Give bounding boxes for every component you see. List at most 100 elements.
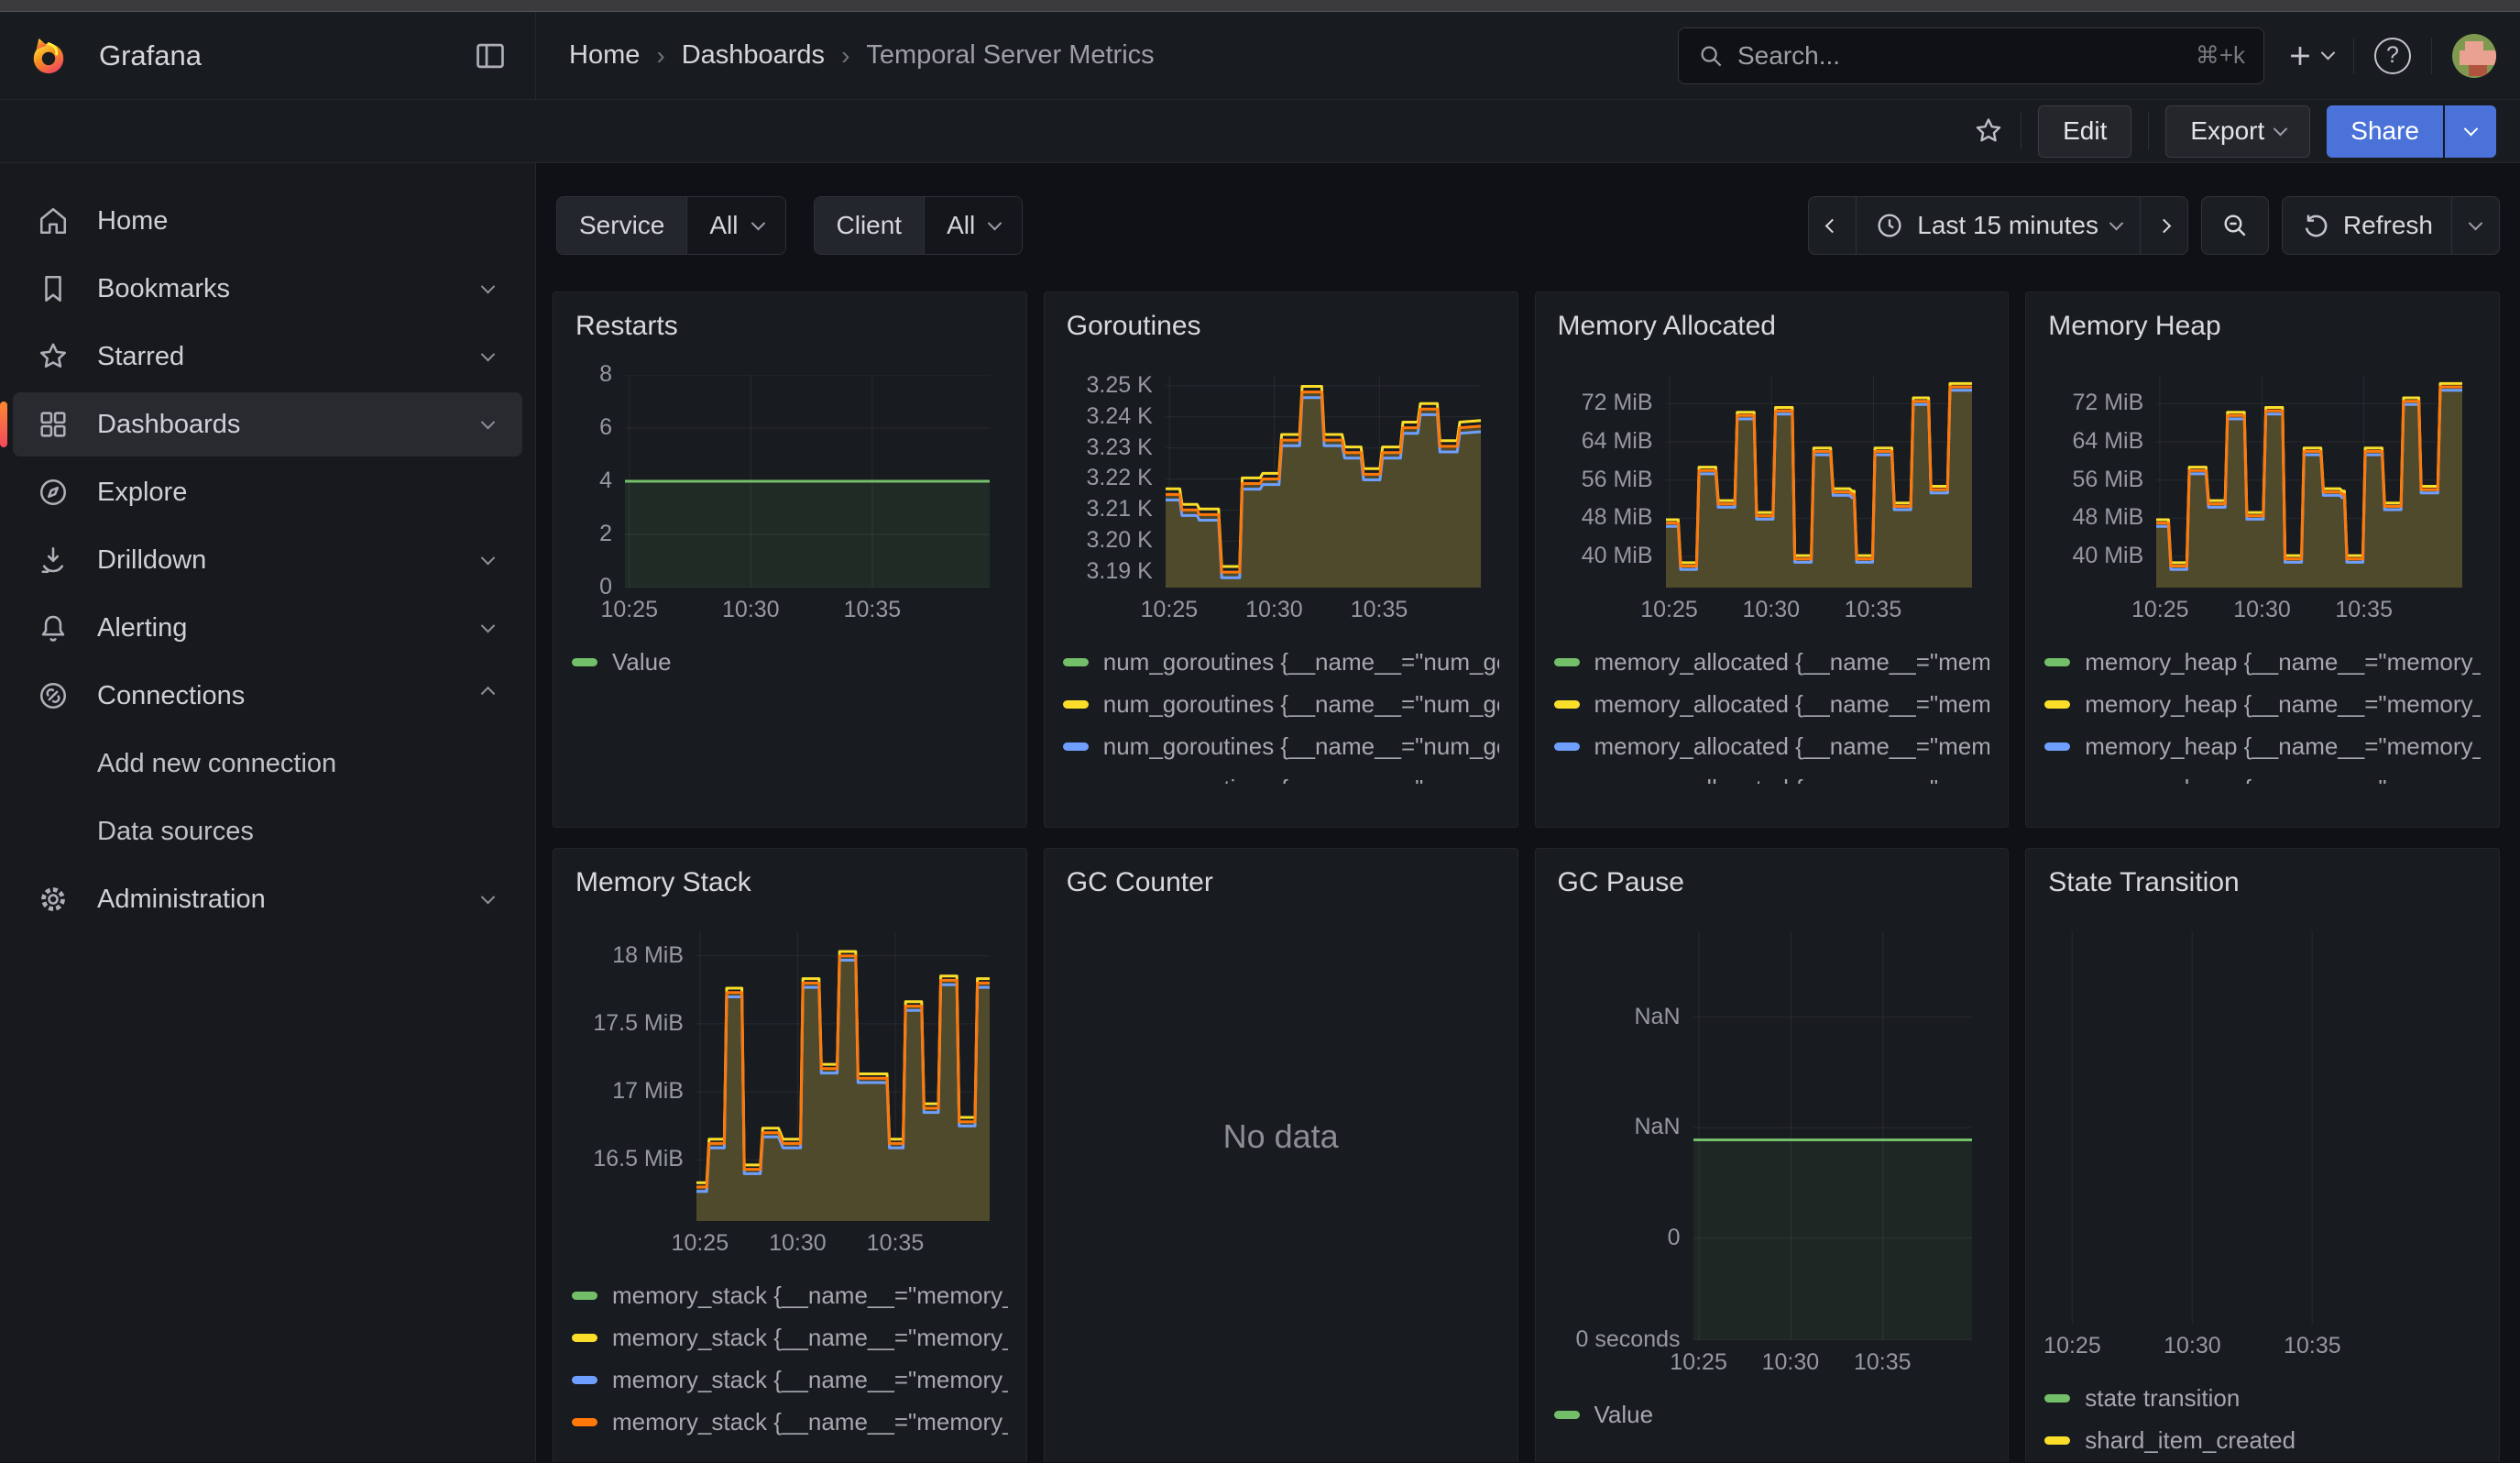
refresh-button[interactable]: Refresh [2283, 197, 2451, 254]
legend-item[interactable]: num_goroutines {__name__="num_go [1063, 690, 1499, 718]
share-button[interactable]: Share [2327, 105, 2443, 158]
sidebar-toggle-icon[interactable] [473, 38, 508, 73]
legend-item[interactable]: memory_stack {__name__="memory_s [572, 1282, 1008, 1309]
search-bar[interactable]: ⌘+k [1678, 28, 2264, 84]
chevron-up-icon[interactable] [483, 691, 499, 701]
panel-title[interactable]: Memory Stack [572, 862, 1008, 898]
sidebar-item-starred[interactable]: Starred [13, 324, 522, 389]
legend-item[interactable]: memory_allocated {__name__="memo [1554, 775, 1990, 784]
x-axis-label: 10:25 [1649, 1349, 1749, 1376]
panel-title[interactable]: Memory Allocated [1554, 305, 1990, 342]
chevron-down-icon[interactable] [483, 352, 499, 362]
y-axis-label: NaN [1554, 1114, 1681, 1140]
legend-item[interactable]: Value [572, 648, 1008, 676]
y-axis-label: 3.19 K [1063, 558, 1153, 585]
time-forward-button[interactable] [2140, 197, 2187, 254]
y-axis-label: 3.20 K [1063, 527, 1153, 554]
chevron-down-icon[interactable] [483, 556, 499, 566]
sidebar-item-home[interactable]: Home [13, 189, 522, 253]
sidebar-item-administration[interactable]: Administration [13, 867, 522, 931]
legend-series-color [2044, 1394, 2070, 1402]
search-shortcut: ⌘+k [2196, 41, 2245, 70]
chart-area: 3.19 K3.20 K3.21 K3.22 K3.23 K3.24 K3.25… [1063, 375, 1499, 630]
legend-item[interactable]: num_goroutines {__name__="num_go [1063, 648, 1499, 676]
breadcrumb-home[interactable]: Home [569, 40, 640, 71]
legend-item[interactable]: memory_stack {__name__="memory_s [572, 1324, 1008, 1351]
legend-item[interactable]: memory_heap {__name__="memory_h [2044, 690, 2481, 718]
x-axis-label: 10:25 [2109, 597, 2210, 623]
legend: memory_stack {__name__="memory_s memory_s… [572, 1282, 1008, 1436]
refresh-interval-button[interactable] [2451, 197, 2499, 254]
legend-item[interactable]: Value [1554, 1401, 1990, 1428]
add-button[interactable] [2284, 40, 2333, 72]
series-fill [625, 481, 990, 588]
panel-title[interactable]: Restarts [572, 305, 1008, 342]
panel-title[interactable]: Goroutines [1063, 305, 1499, 342]
edit-button[interactable]: Edit [2038, 105, 2131, 158]
legend-item[interactable]: memory_stack {__name__="memory_s [572, 1366, 1008, 1393]
chart-plot[interactable] [572, 375, 1008, 588]
sidebar-item-add-new-connection[interactable]: Add new connection [13, 732, 522, 796]
legend-item[interactable]: memory_allocated {__name__="memo [1554, 648, 1990, 676]
sidebar-item-dashboards[interactable]: Dashboards [13, 392, 522, 456]
legend-series-color [572, 658, 597, 666]
y-axis-label: 18 MiB [572, 942, 684, 969]
chart-area: NaNNaN00 seconds10:2510:3010:35 [1554, 931, 1990, 1382]
chevron-down-icon[interactable] [483, 420, 499, 430]
panel-title[interactable]: State Transition [2044, 862, 2481, 898]
client-filter-value[interactable]: All [925, 197, 1022, 254]
zoom-out-button[interactable] [2202, 197, 2268, 254]
sidebar-item-explore[interactable]: Explore [13, 460, 522, 524]
legend-item[interactable]: memory_stack {__name__="memory_s [572, 1408, 1008, 1436]
share-dropdown-button[interactable] [2443, 105, 2496, 158]
legend-item[interactable]: memory_heap {__name__="memory_h [2044, 775, 2481, 784]
chevron-down-icon[interactable] [483, 895, 499, 905]
help-button[interactable]: ? [2374, 38, 2411, 74]
chart-plot[interactable] [572, 931, 1008, 1221]
legend-item[interactable]: num_goroutines {__name__="num_go [1063, 775, 1499, 784]
favorite-star-icon[interactable] [1973, 116, 2004, 147]
window-top-strip [0, 0, 2520, 12]
series-fill [1693, 1140, 1972, 1341]
user-avatar[interactable] [2452, 34, 2496, 78]
legend-item[interactable]: shard_item_created [2044, 1426, 2481, 1454]
x-axis-label: 10:30 [1721, 597, 1822, 623]
legend-series-label: num_goroutines {__name__="num_go [1103, 648, 1499, 676]
time-range-picker[interactable]: Last 15 minutes [1856, 197, 2140, 254]
legend-item[interactable]: memory_allocated {__name__="memo [1554, 690, 1990, 718]
legend-item[interactable]: state transition [2044, 1384, 2481, 1412]
legend-item[interactable]: num_goroutines {__name__="num_go [1063, 732, 1499, 760]
sidebar-nav: HomeBookmarksStarredDashboardsExploreDri… [0, 163, 536, 1462]
panel-title[interactable]: GC Counter [1063, 862, 1499, 898]
search-input[interactable] [1737, 41, 2196, 71]
series-fill [2156, 387, 2462, 588]
export-button[interactable]: Export [2165, 105, 2310, 158]
legend-series-color [1554, 742, 1580, 751]
service-filter-value[interactable]: All [687, 197, 784, 254]
header-brand-section: Grafana [0, 12, 536, 99]
panel-memory_allocated: Memory Allocated40 MiB48 MiB56 MiB64 MiB… [1535, 292, 2010, 828]
panel-title[interactable]: Memory Heap [2044, 305, 2481, 342]
breadcrumb-dashboards[interactable]: Dashboards [682, 40, 825, 71]
panel-title[interactable]: GC Pause [1554, 862, 1990, 898]
x-axis-label: 10:30 [2211, 597, 2312, 623]
y-axis-label: 6 [572, 414, 612, 441]
time-range-group: Last 15 minutes [1808, 196, 2188, 255]
sidebar-item-drilldown[interactable]: Drilldown [13, 528, 522, 592]
chevron-down-icon[interactable] [483, 623, 499, 633]
sidebar-item-data-sources[interactable]: Data sources [13, 799, 522, 864]
chevron-right-icon [2157, 218, 2172, 233]
legend-series-label: num_goroutines {__name__="num_go [1103, 690, 1499, 718]
chart-plot[interactable] [2044, 931, 2481, 1324]
legend-item[interactable]: memory_allocated {__name__="memo [1554, 732, 1990, 760]
legend-item[interactable]: memory_heap {__name__="memory_h [2044, 732, 2481, 760]
sidebar-item-alerting[interactable]: Alerting [13, 596, 522, 660]
time-back-button[interactable] [1809, 197, 1856, 254]
top-nav-bar: Grafana Home › Dashboards › Temporal Ser… [0, 12, 2520, 100]
series-fill [1666, 387, 1972, 588]
sidebar-item-bookmarks[interactable]: Bookmarks [13, 257, 522, 321]
sidebar-item-connections[interactable]: Connections [13, 664, 522, 728]
chevron-down-icon[interactable] [483, 284, 499, 294]
legend-item[interactable]: memory_heap {__name__="memory_h [2044, 648, 2481, 676]
star-icon [37, 340, 71, 373]
